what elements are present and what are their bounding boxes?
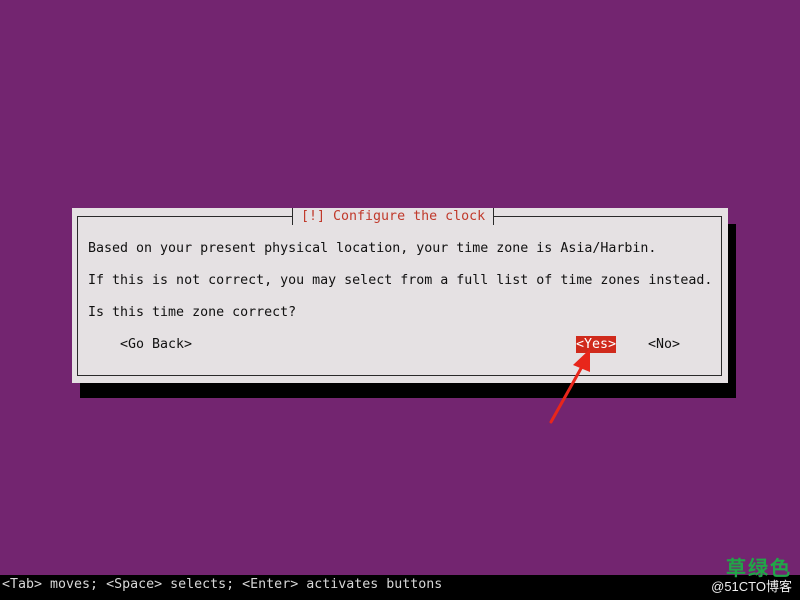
watermark: 草绿色 @51CTO博客 <box>711 558 792 594</box>
status-bar: <Tab> moves; <Space> selects; <Enter> ac… <box>0 575 800 600</box>
red-arrow-annotation-icon <box>549 349 590 424</box>
go-back-button[interactable]: <Go Back> <box>120 336 192 353</box>
watermark-sub: @51CTO博客 <box>711 579 792 594</box>
dialog-title: [!] Configure the clock <box>292 208 495 225</box>
timezone-message: Based on your present physical location,… <box>88 241 657 256</box>
no-button[interactable]: <No> <box>648 336 680 353</box>
timezone-question: Is this time zone correct? <box>88 305 297 320</box>
watermark-main: 草绿色 <box>726 558 792 580</box>
timezone-hint: If this is not correct, you may select f… <box>88 273 713 288</box>
configure-clock-dialog: [!] Configure the clock Based on your pr… <box>72 208 728 383</box>
